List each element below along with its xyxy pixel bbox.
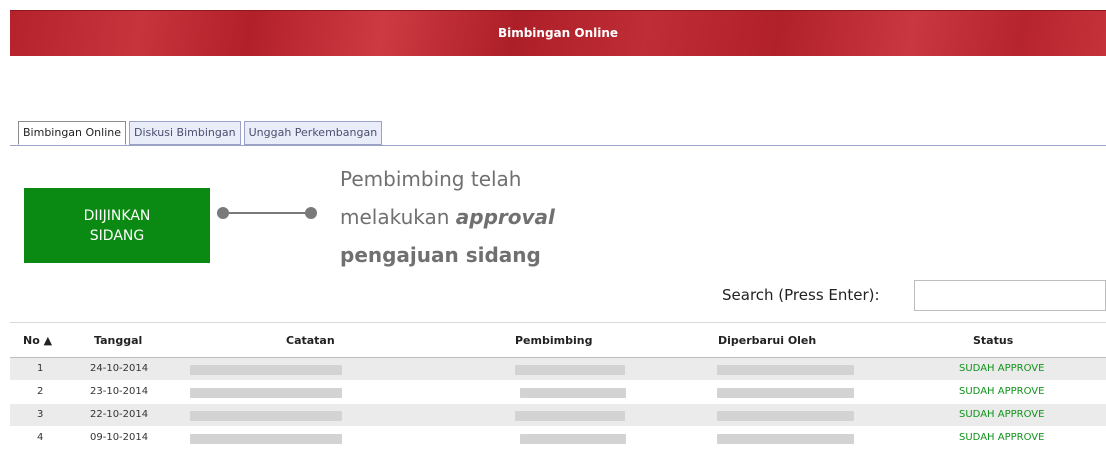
cell-tanggal: 24-10-2014 bbox=[90, 363, 149, 374]
redacted-pembimbing bbox=[515, 411, 625, 421]
column-header-pembimbing[interactable]: Pembimbing bbox=[515, 334, 592, 347]
cell-no: 3 bbox=[37, 409, 44, 420]
cell-status: SUDAH APPROVE bbox=[959, 386, 1045, 397]
search-input[interactable] bbox=[914, 280, 1106, 311]
redacted-catatan bbox=[190, 365, 342, 375]
tab-bar: Bimbingan Online Diskusi Bimbingan Ungga… bbox=[18, 121, 383, 145]
table-row[interactable]: 3 22-10-2014 SUDAH APPROVE bbox=[10, 404, 1106, 427]
tab-divider bbox=[10, 145, 1106, 146]
redacted-catatan bbox=[190, 434, 342, 444]
callout-line-2: melakukan approval bbox=[340, 198, 670, 236]
redacted-diperbarui-oleh bbox=[717, 434, 854, 444]
redacted-diperbarui-oleh bbox=[717, 388, 854, 398]
status-line-2: SIDANG bbox=[89, 227, 145, 244]
column-header-diperbarui-oleh[interactable]: Diperbarui Oleh bbox=[718, 334, 816, 347]
column-header-status[interactable]: Status bbox=[973, 334, 1013, 347]
cell-status: SUDAH APPROVE bbox=[959, 363, 1045, 374]
cell-tanggal: 23-10-2014 bbox=[90, 386, 149, 397]
cell-tanggal: 22-10-2014 bbox=[90, 409, 149, 420]
tab-bimbingan-online[interactable]: Bimbingan Online bbox=[18, 121, 127, 145]
cell-no: 2 bbox=[37, 386, 44, 397]
table-row[interactable]: 4 09-10-2014 SUDAH APPROVE bbox=[10, 427, 1106, 449]
page-title: Bimbingan Online bbox=[497, 26, 619, 40]
redacted-pembimbing bbox=[520, 388, 626, 398]
search-label: Search (Press Enter): bbox=[722, 286, 880, 304]
title-bar: Bimbingan Online bbox=[10, 10, 1106, 56]
table-header: No ▲ Tanggal Catatan Pembimbing Diperbar… bbox=[10, 322, 1106, 358]
cell-status: SUDAH APPROVE bbox=[959, 432, 1045, 443]
redacted-pembimbing bbox=[520, 434, 626, 444]
approval-callout: Pembimbing telah melakukan approval peng… bbox=[340, 160, 670, 274]
tab-diskusi-bimbingan[interactable]: Diskusi Bimbingan bbox=[129, 121, 241, 145]
cell-status: SUDAH APPROVE bbox=[959, 409, 1045, 420]
redacted-pembimbing bbox=[515, 365, 625, 375]
tab-unggah-perkembangan[interactable]: Unggah Perkembangan bbox=[243, 121, 383, 145]
page: Bimbingan Online Bimbingan Online Diskus… bbox=[0, 0, 1106, 449]
callout-connector bbox=[217, 207, 317, 219]
callout-line-1: Pembimbing telah bbox=[340, 167, 522, 191]
connector-dot-right bbox=[305, 207, 317, 219]
redacted-diperbarui-oleh bbox=[717, 365, 854, 375]
column-header-tanggal[interactable]: Tanggal bbox=[94, 334, 142, 347]
cell-tanggal: 09-10-2014 bbox=[90, 432, 149, 443]
sidang-status-badge: DIIJINKAN SIDANG bbox=[24, 188, 210, 263]
column-header-catatan[interactable]: Catatan bbox=[286, 334, 335, 347]
redacted-catatan bbox=[190, 388, 342, 398]
redacted-catatan bbox=[190, 411, 342, 421]
bimbingan-table: No ▲ Tanggal Catatan Pembimbing Diperbar… bbox=[10, 322, 1106, 449]
table-row[interactable]: 1 24-10-2014 SUDAH APPROVE bbox=[10, 358, 1106, 381]
callout-line-3: pengajuan sidang bbox=[340, 243, 541, 267]
column-header-no[interactable]: No ▲ bbox=[23, 334, 52, 347]
callout-approval-word: approval bbox=[455, 205, 555, 229]
cell-no: 4 bbox=[37, 432, 44, 443]
table-row[interactable]: 2 23-10-2014 SUDAH APPROVE bbox=[10, 381, 1106, 404]
status-line-1: DIIJINKAN bbox=[83, 207, 151, 224]
redacted-diperbarui-oleh bbox=[717, 411, 854, 421]
cell-no: 1 bbox=[37, 363, 44, 374]
callout-line-2-prefix: melakukan bbox=[340, 205, 456, 229]
